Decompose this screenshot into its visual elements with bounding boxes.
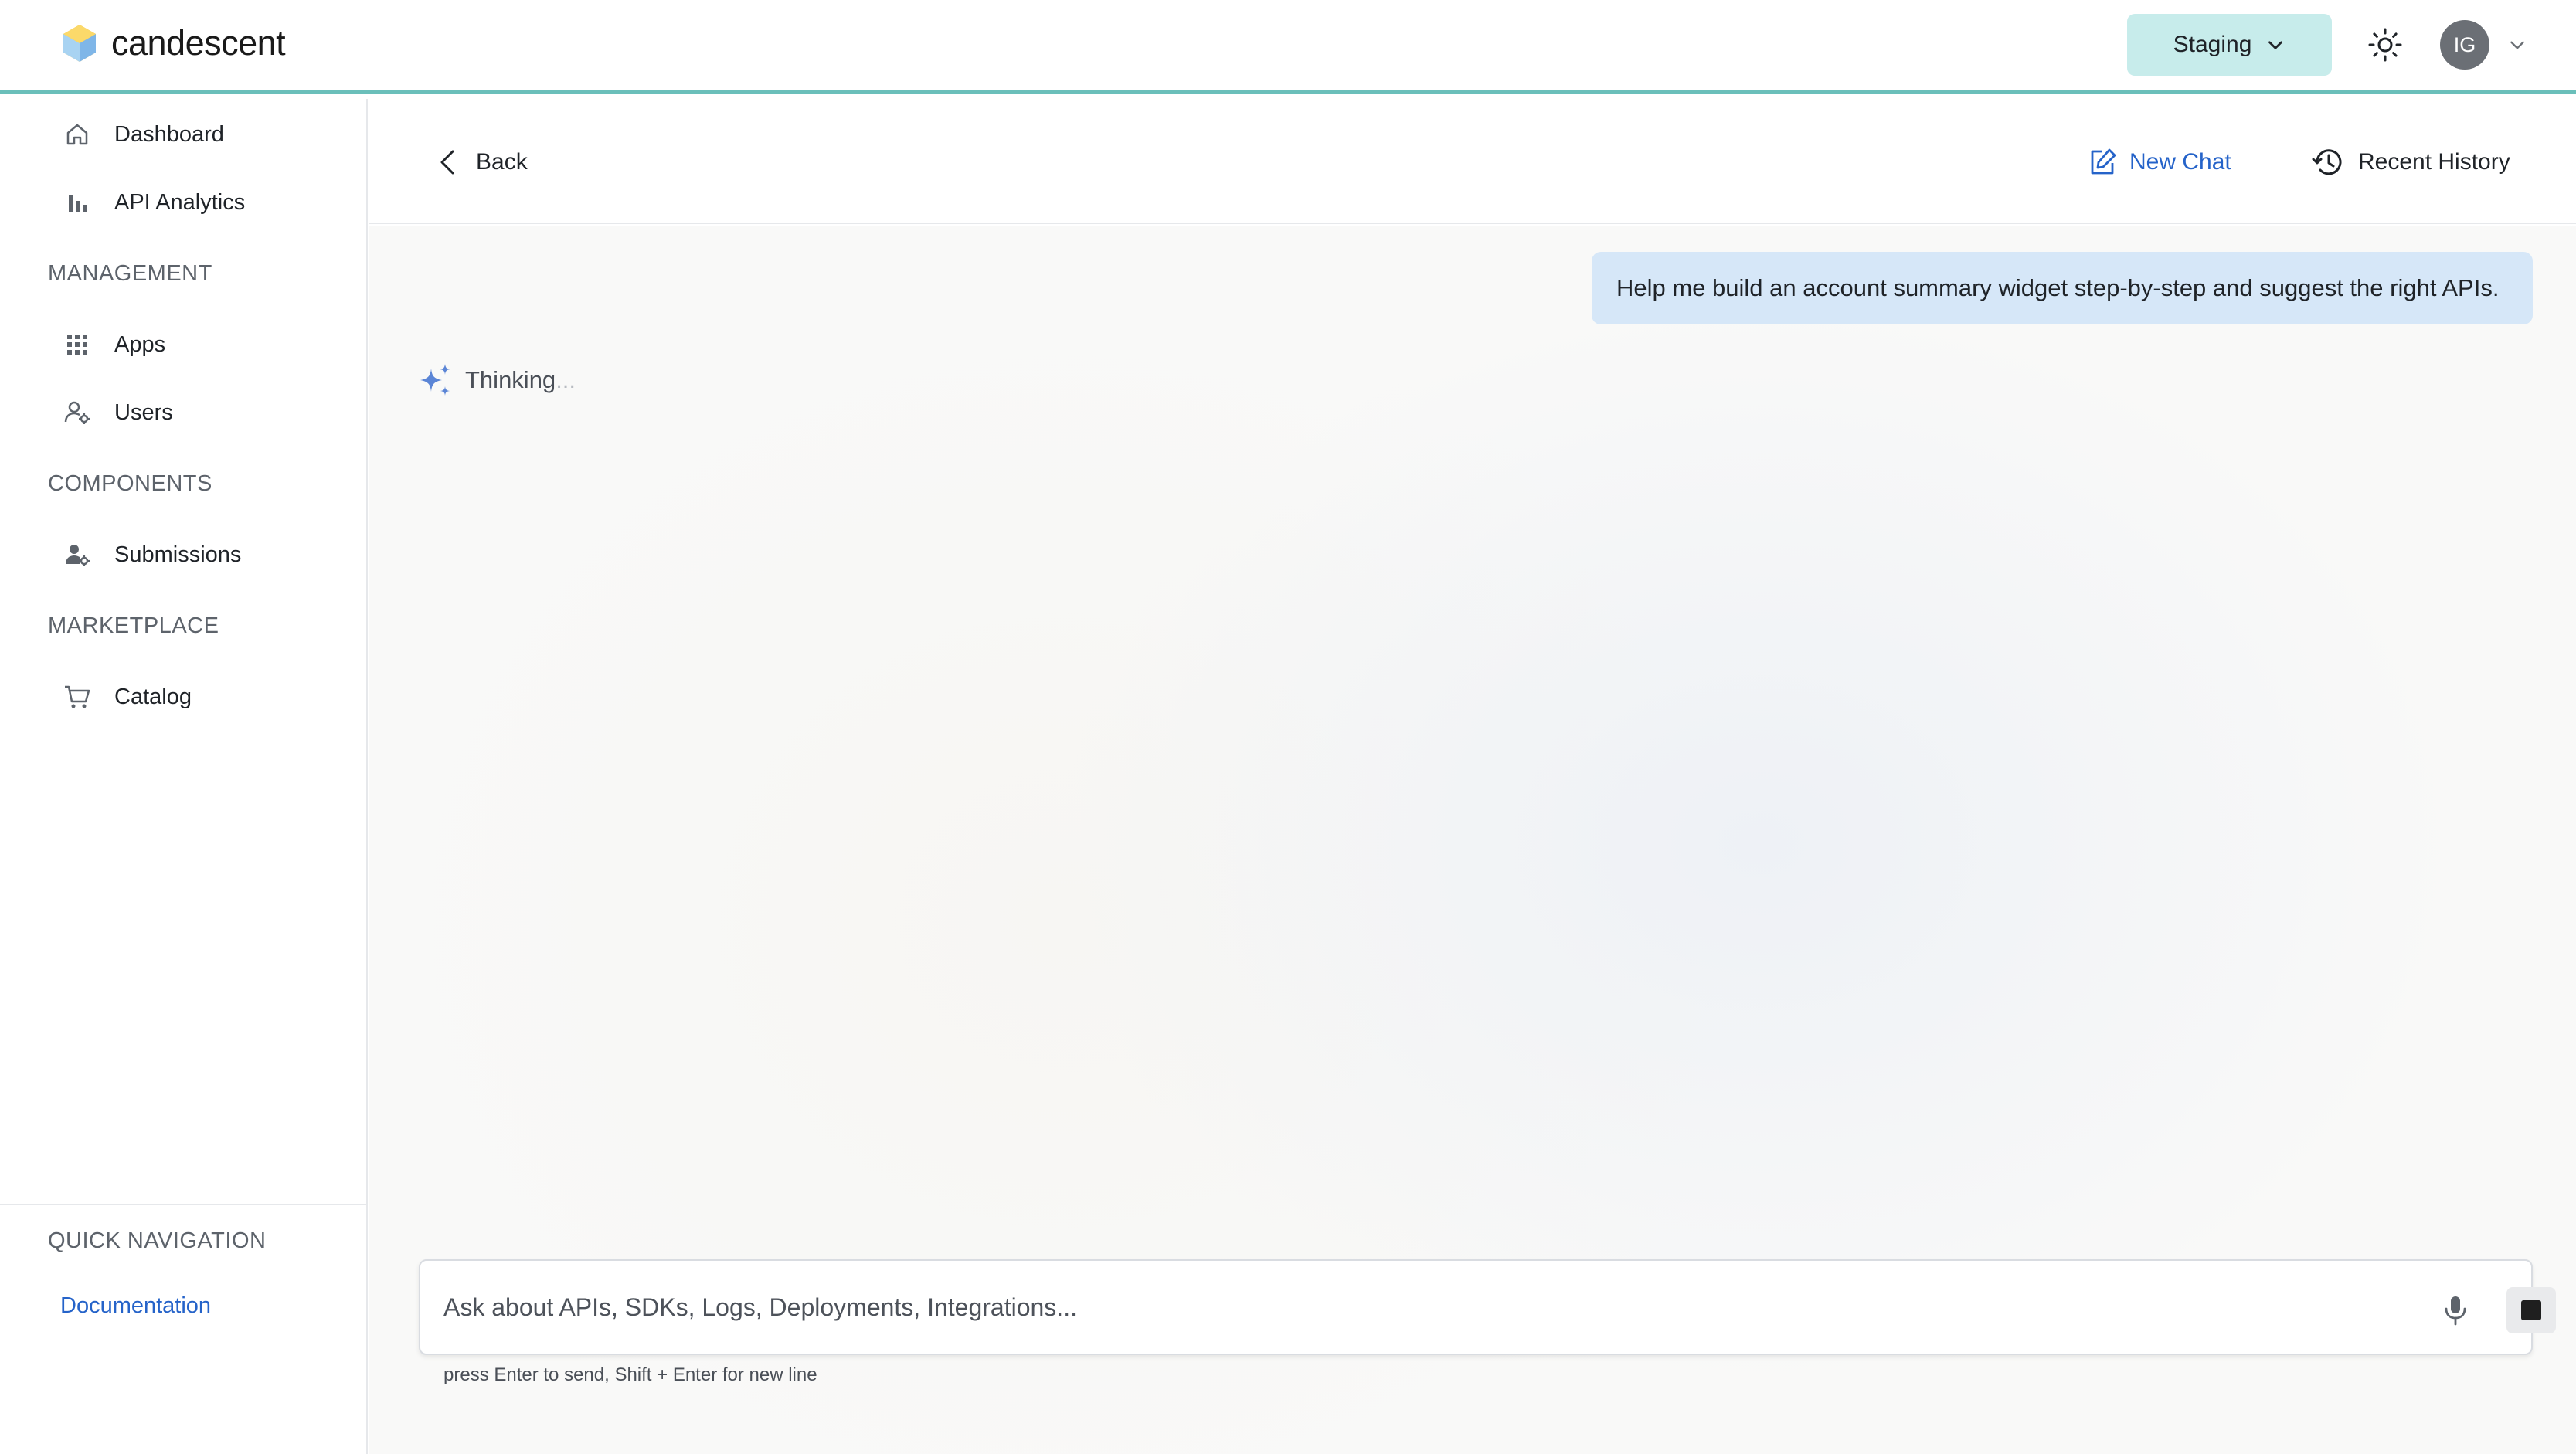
back-button[interactable]: Back bbox=[433, 139, 528, 185]
thinking-dots: ... bbox=[556, 366, 576, 393]
sun-icon[interactable] bbox=[2366, 25, 2404, 64]
sidebar-item-label: Dashboard bbox=[114, 121, 224, 147]
chat-area: Help me build an account summary widget … bbox=[369, 226, 2576, 1454]
section-title-management: MANAGEMENT bbox=[48, 261, 212, 286]
sidebar-item-label: Users bbox=[114, 399, 173, 425]
microphone-icon[interactable] bbox=[2440, 1293, 2471, 1327]
section-title-components: COMPONENTS bbox=[48, 471, 212, 496]
back-label: Back bbox=[476, 149, 528, 175]
sidebar-item-label: API Analytics bbox=[114, 189, 246, 215]
history-icon bbox=[2312, 149, 2342, 175]
user-avatar[interactable]: IG bbox=[2440, 20, 2489, 70]
sidebar-item-users[interactable]: Users bbox=[62, 389, 173, 436]
stop-icon bbox=[2521, 1300, 2541, 1320]
top-bar: candescent Staging IG bbox=[0, 0, 2576, 94]
recent-history-label: Recent History bbox=[2358, 149, 2510, 175]
sparkles-icon bbox=[420, 364, 450, 396]
chat-composer bbox=[419, 1259, 2556, 1355]
user-settings-icon bbox=[66, 545, 90, 566]
user-message-text: Help me build an account summary widget … bbox=[1616, 274, 2500, 301]
environment-selector[interactable]: Staging bbox=[2127, 14, 2332, 76]
chevron-down-icon bbox=[2268, 41, 2283, 49]
sidebar-item-label: Catalog bbox=[114, 684, 192, 709]
brand-name: candescent bbox=[111, 23, 286, 63]
recent-history-button[interactable]: Recent History bbox=[2310, 139, 2510, 185]
user-gear-icon bbox=[64, 401, 90, 424]
sidebar-item-label: Apps bbox=[114, 331, 166, 357]
stop-button[interactable] bbox=[2506, 1287, 2556, 1333]
thinking-indicator: Thinking ... bbox=[416, 358, 576, 402]
composer-hint: press Enter to send, Shift + Enter for n… bbox=[443, 1364, 817, 1385]
thinking-text: Thinking bbox=[465, 366, 556, 393]
chevron-left-icon bbox=[440, 150, 454, 175]
chevron-down-icon[interactable] bbox=[2507, 35, 2527, 55]
new-chat-button[interactable]: New Chat bbox=[2086, 139, 2231, 185]
quick-navigation: QUICK NAVIGATION Documentation bbox=[0, 1204, 366, 1318]
documentation-link[interactable]: Documentation bbox=[60, 1293, 211, 1319]
edit-icon bbox=[2091, 148, 2116, 175]
new-chat-label: New Chat bbox=[2129, 149, 2231, 175]
section-title-marketplace: MARKETPLACE bbox=[48, 613, 219, 638]
sidebar-item-label: Submissions bbox=[114, 542, 242, 567]
user-message: Help me build an account summary widget … bbox=[1592, 252, 2533, 324]
bar-chart-icon bbox=[69, 195, 87, 212]
candescent-logo-icon bbox=[63, 25, 96, 62]
sidebar-item-apps[interactable]: Apps bbox=[62, 321, 165, 368]
sidebar-item-dashboard[interactable]: Dashboard bbox=[62, 111, 224, 158]
sidebar-item-catalog[interactable]: Catalog bbox=[62, 674, 192, 720]
environment-label: Staging bbox=[2173, 32, 2252, 57]
cart-icon bbox=[65, 685, 90, 708]
grid-icon bbox=[67, 335, 87, 355]
sidebar: Dashboard API Analytics MANAGEMENT Apps … bbox=[0, 99, 368, 1454]
sidebar-item-submissions[interactable]: Submissions bbox=[62, 532, 241, 578]
brand-logo[interactable]: candescent bbox=[62, 20, 286, 66]
chat-header: Back New Chat Recent History bbox=[369, 99, 2576, 224]
sidebar-item-api-analytics[interactable]: API Analytics bbox=[62, 179, 245, 226]
section-title-quick-navigation: QUICK NAVIGATION bbox=[48, 1228, 267, 1253]
chat-input[interactable] bbox=[443, 1284, 2375, 1330]
home-icon bbox=[66, 124, 88, 145]
